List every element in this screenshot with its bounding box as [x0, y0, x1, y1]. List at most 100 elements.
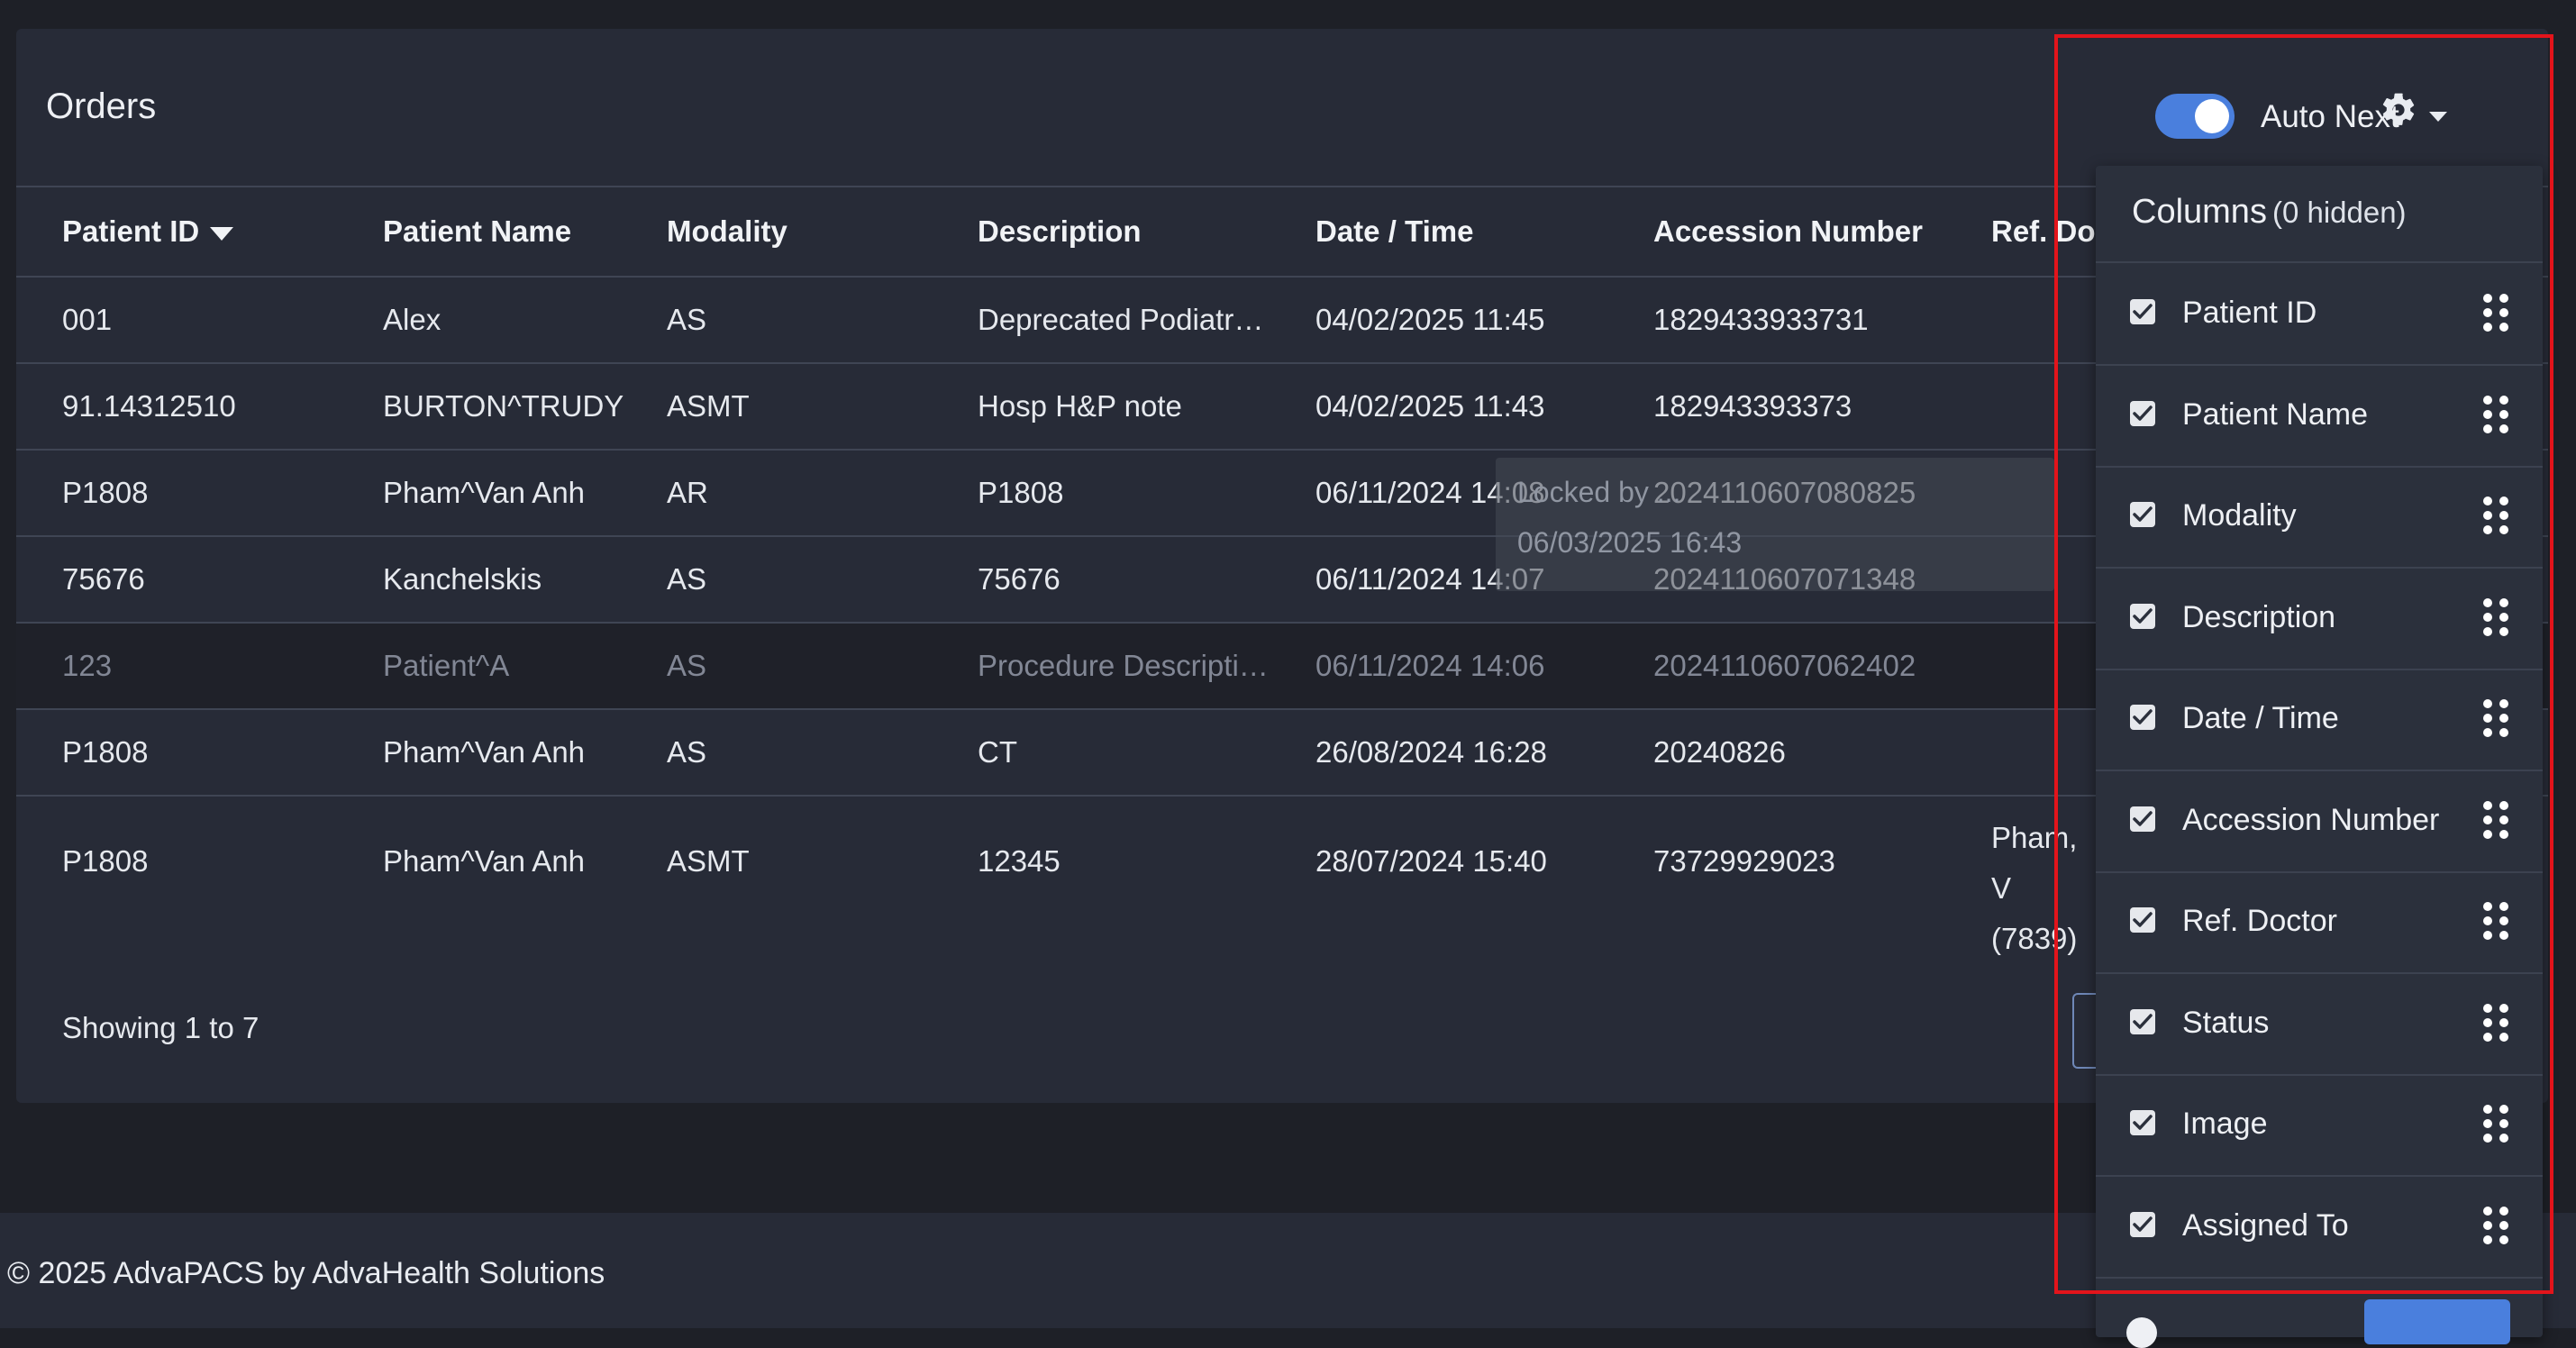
column-option-label: Status — [2182, 1005, 2270, 1040]
column-option-label: Date / Time — [2182, 701, 2339, 735]
column-option[interactable]: Assigned To — [2096, 1176, 2543, 1279]
tooltip-line-2: 06/03/2025 16:43 — [1517, 526, 1743, 559]
cell-patient-id: 75676 — [62, 562, 145, 596]
column-option[interactable]: Modality — [2096, 466, 2543, 569]
column-option[interactable]: Status — [2096, 973, 2543, 1076]
cell-modality: AR — [667, 476, 708, 509]
cell-patient-id: 91.14312510 — [62, 389, 236, 423]
cell-patient-id: 001 — [62, 303, 113, 336]
column-option-label: Ref. Doctor — [2182, 904, 2337, 938]
column-header-date-time[interactable]: Date / Time — [1315, 214, 1473, 249]
cell-patient-id: P1808 — [62, 844, 149, 878]
column-header-ref-doctor[interactable]: Ref. Do — [1991, 214, 2096, 249]
checkbox-checked-icon[interactable] — [2130, 1211, 2155, 1237]
auto-next-toggle[interactable] — [2155, 94, 2235, 139]
chevron-down-icon — [2429, 112, 2447, 122]
panel-footer-button[interactable] — [2364, 1299, 2510, 1344]
cell-description: 75676 — [978, 562, 1060, 596]
drag-grip-icon[interactable] — [2483, 395, 2510, 435]
cell-patient-id: P1808 — [62, 735, 149, 769]
checkbox-checked-icon[interactable] — [2130, 806, 2155, 832]
drag-grip-icon[interactable] — [2483, 800, 2510, 841]
column-header-label: Patient ID — [62, 214, 200, 248]
cell-accession-number: 2024110607062402 — [1653, 649, 1916, 682]
column-option[interactable]: Patient Name — [2096, 365, 2543, 468]
cell-ref-doctor: Pham, V (7839) — [1991, 813, 2099, 964]
cell-description: Hosp H&P note — [978, 389, 1182, 423]
toggle-knob — [2195, 99, 2229, 133]
column-header-patient-id[interactable]: Patient ID — [62, 214, 234, 249]
column-header-patient-name[interactable]: Patient Name — [383, 214, 571, 249]
cell-patient-id: 123 — [62, 649, 113, 682]
column-header-accession-number[interactable]: Accession Number — [1653, 214, 1923, 249]
column-option[interactable]: Patient ID — [2096, 263, 2543, 366]
cell-date-time: 04/02/2025 11:43 — [1315, 389, 1545, 423]
column-option-label: Image — [2182, 1107, 2268, 1141]
drag-grip-icon[interactable] — [2483, 1105, 2510, 1144]
cell-accession-number: 20240826 — [1653, 735, 1786, 769]
cell-modality: AS — [667, 649, 707, 682]
column-option-label: Modality — [2182, 498, 2297, 533]
drag-grip-icon[interactable] — [2483, 699, 2510, 739]
page-title: Orders — [46, 87, 157, 126]
checkbox-checked-icon[interactable] — [2130, 1110, 2155, 1135]
checkbox-checked-icon[interactable] — [2130, 502, 2155, 527]
checkbox-checked-icon[interactable] — [2130, 603, 2155, 629]
cell-modality: ASMT — [667, 389, 750, 423]
checkbox-checked-icon[interactable] — [2130, 299, 2155, 324]
columns-panel: Columns (0 hidden) Patient ID Patient Name… — [2096, 166, 2543, 1337]
cell-accession-number: 1829433933731 — [1653, 303, 1869, 336]
cell-date-time: 06/11/2024 14:06 — [1315, 649, 1545, 682]
column-option[interactable]: Description — [2096, 568, 2543, 670]
checkbox-checked-icon[interactable] — [2130, 1008, 2155, 1034]
cell-date-time: 28/07/2024 15:40 — [1315, 844, 1547, 878]
cell-description: Procedure Descripti… — [978, 649, 1269, 682]
cell-date-time: 04/02/2025 11:45 — [1315, 303, 1545, 336]
drag-grip-icon[interactable] — [2483, 1003, 2510, 1043]
drag-grip-icon[interactable] — [2483, 294, 2510, 333]
drag-grip-icon[interactable] — [2483, 902, 2510, 942]
column-header-modality[interactable]: Modality — [667, 214, 787, 249]
cell-accession-number: 73729929023 — [1653, 844, 1835, 878]
cell-description: CT — [978, 735, 1017, 769]
ref-doctor-code: (7839) — [1991, 922, 2078, 955]
gear-icon — [2382, 93, 2415, 125]
cell-patient-name: BURTON^TRUDY — [383, 389, 624, 423]
columns-panel-heading: Columns — [2132, 193, 2267, 231]
footer-copyright: © 2025 AdvaPACS by AdvaHealth Solutions — [7, 1256, 605, 1290]
cell-description: Deprecated Podiatr… — [978, 303, 1264, 336]
column-header-description[interactable]: Description — [978, 214, 1142, 249]
column-option-label: Patient Name — [2182, 396, 2368, 432]
cell-description: P1808 — [978, 476, 1064, 509]
cell-accession-number: 182943393373 — [1653, 389, 1852, 423]
checkbox-checked-icon[interactable] — [2130, 705, 2155, 730]
cell-modality: AS — [667, 562, 707, 596]
checkbox-checked-icon[interactable] — [2130, 907, 2155, 933]
cell-patient-name: Pham^Van Anh — [383, 735, 586, 769]
cell-patient-name: Pham^Van Anh — [383, 476, 586, 509]
cell-patient-name: Patient^A — [383, 649, 510, 682]
cell-description: 12345 — [978, 844, 1060, 878]
column-option[interactable]: Accession Number — [2096, 770, 2543, 873]
column-option-label: Assigned To — [2182, 1207, 2349, 1243]
cell-patient-id: P1808 — [62, 476, 149, 509]
sort-desc-icon — [210, 226, 234, 241]
column-option[interactable]: Image — [2096, 1074, 2543, 1177]
locked-tooltip: Locked by ... 06/03/2025 16:43 — [1496, 458, 2054, 591]
column-option-label: Patient ID — [2182, 296, 2317, 330]
column-option[interactable]: Date / Time — [2096, 669, 2543, 771]
drag-grip-icon[interactable] — [2483, 496, 2510, 536]
cell-patient-name: Pham^Van Anh — [383, 844, 586, 878]
column-settings-button[interactable] — [2379, 90, 2460, 141]
column-option-label: Accession Number — [2182, 802, 2440, 837]
columns-panel-title: Columns (0 hidden) — [2132, 193, 2407, 232]
panel-footer-icon[interactable] — [2126, 1317, 2157, 1348]
drag-grip-icon[interactable] — [2483, 1206, 2510, 1246]
drag-grip-icon[interactable] — [2483, 597, 2510, 638]
ref-doctor-name: Pham, V — [1991, 821, 2078, 905]
tooltip-line-1: Locked by ... — [1517, 476, 1681, 508]
cell-patient-name: Kanchelskis — [383, 562, 542, 596]
checkbox-checked-icon[interactable] — [2130, 400, 2155, 426]
column-option[interactable]: Ref. Doctor — [2096, 871, 2543, 974]
pagination-summary: Showing 1 to 7 — [62, 1011, 259, 1044]
